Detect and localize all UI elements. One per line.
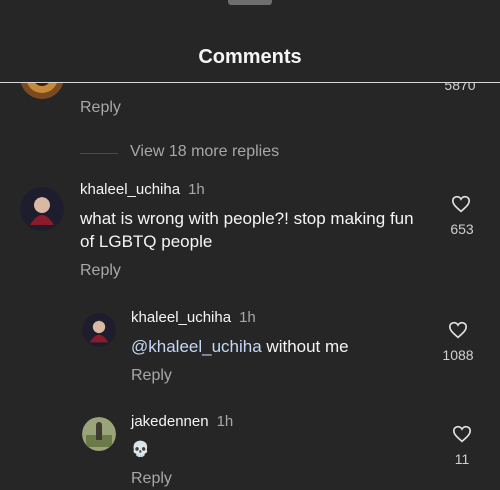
avatar-image bbox=[20, 187, 64, 231]
reply-button[interactable]: Reply bbox=[80, 99, 121, 117]
comment-text: @khaleel_uchiha without me bbox=[131, 335, 431, 358]
avatar-image bbox=[82, 417, 116, 451]
like-count: 1088 bbox=[442, 347, 474, 363]
timestamp: 1h bbox=[239, 309, 256, 326]
heart-icon bbox=[451, 195, 471, 213]
drag-handle[interactable] bbox=[228, 0, 272, 5]
timestamp: 1h bbox=[188, 181, 205, 198]
avatar[interactable] bbox=[20, 83, 64, 99]
like-button[interactable] bbox=[451, 195, 471, 218]
reply-button[interactable]: Reply bbox=[80, 262, 121, 280]
comment-header: jakedennen 1h bbox=[131, 413, 233, 431]
username-link[interactable]: khaleel_uchiha bbox=[80, 181, 180, 198]
username-link[interactable]: jakedennen bbox=[131, 413, 209, 430]
reply-button[interactable]: Reply bbox=[131, 470, 172, 488]
username-link[interactable]: khaleel_uchiha bbox=[131, 309, 231, 326]
comment-body: without me bbox=[261, 337, 349, 356]
mention-link[interactable]: @khaleel_uchiha bbox=[131, 337, 262, 356]
avatar-image bbox=[82, 313, 116, 347]
avatar[interactable] bbox=[82, 313, 116, 347]
like-button[interactable] bbox=[448, 321, 468, 344]
view-more-replies-button[interactable]: View 18 more replies bbox=[130, 143, 279, 161]
like-count: 653 bbox=[450, 221, 474, 237]
avatar[interactable] bbox=[82, 417, 116, 451]
avatar[interactable] bbox=[20, 187, 64, 231]
reply-button[interactable]: Reply bbox=[131, 367, 172, 385]
view-replies-divider bbox=[80, 153, 118, 154]
heart-icon bbox=[448, 321, 468, 339]
comment-header: khaleel_uchiha 1h bbox=[131, 309, 256, 327]
like-count: 5870 bbox=[444, 83, 476, 93]
comment-header: khaleel_uchiha 1h bbox=[80, 181, 205, 199]
like-count: 11 bbox=[454, 451, 470, 467]
timestamp: 1h bbox=[216, 413, 234, 430]
comment-text: what is wrong with people?! stop making … bbox=[80, 209, 414, 251]
comments-list[interactable]: 5870 Reply View 18 more replies khaleel_… bbox=[0, 83, 500, 490]
heart-icon bbox=[452, 425, 472, 443]
page-title: Comments bbox=[198, 46, 302, 68]
comment-emoji: 💀 bbox=[131, 441, 150, 458]
like-button[interactable] bbox=[452, 425, 472, 448]
